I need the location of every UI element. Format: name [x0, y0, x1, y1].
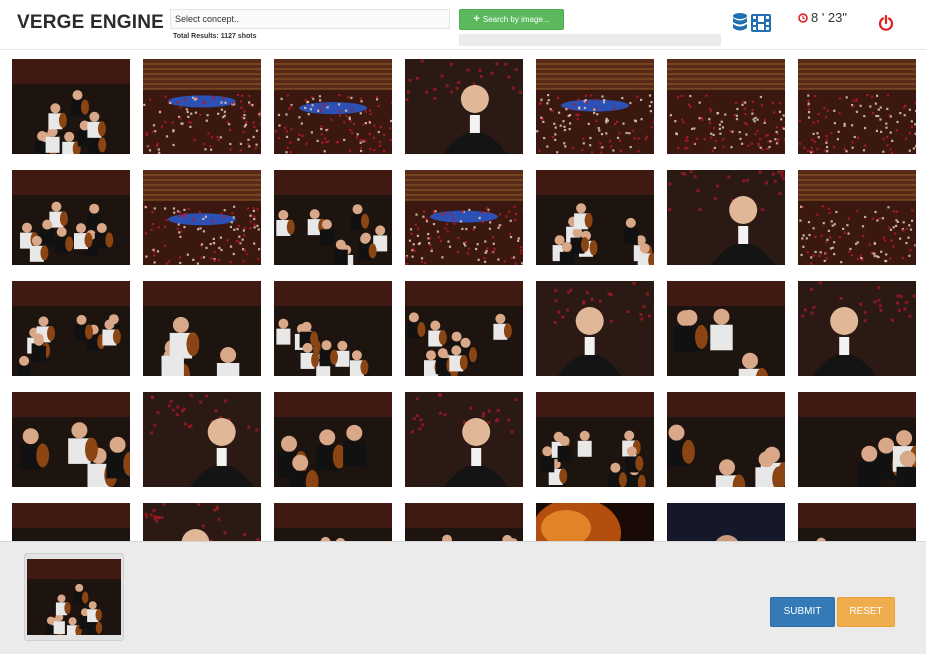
- timer-value: 8 ' 23": [811, 10, 848, 25]
- shot-thumbnail[interactable]: [667, 170, 785, 265]
- shot-thumbnail[interactable]: [274, 170, 392, 265]
- shot-thumbnail[interactable]: [536, 392, 654, 487]
- shot-thumbnail[interactable]: [143, 392, 261, 487]
- view-toggle: [732, 12, 774, 34]
- shot-thumbnail[interactable]: [667, 392, 785, 487]
- shot-thumbnail[interactable]: [405, 392, 523, 487]
- selected-shot[interactable]: [24, 553, 124, 641]
- plus-icon: +: [473, 13, 480, 25]
- upload-progress-bar: [459, 34, 721, 46]
- top-bar: VERGE ENGINE Total Results: 1127 shots +…: [0, 0, 926, 50]
- shot-thumbnail[interactable]: [798, 281, 916, 376]
- shot-thumbnail[interactable]: [536, 281, 654, 376]
- shot-thumbnail[interactable]: [536, 59, 654, 154]
- search-by-image-button[interactable]: + Search by image...: [459, 9, 564, 30]
- selection-panel: SUBMIT RESET: [0, 541, 926, 654]
- concept-search-input[interactable]: [170, 9, 450, 29]
- shot-thumbnail[interactable]: [143, 170, 261, 265]
- shot-thumbnail[interactable]: [12, 281, 130, 376]
- shot-thumbnail[interactable]: [405, 170, 523, 265]
- shot-thumbnail[interactable]: [798, 170, 916, 265]
- result-grid: [12, 59, 916, 598]
- shot-thumbnail[interactable]: [274, 392, 392, 487]
- film-icon[interactable]: [751, 14, 771, 32]
- shot-thumbnail[interactable]: [667, 59, 785, 154]
- search-by-image-label: Search by image...: [482, 15, 550, 24]
- shot-thumbnail[interactable]: [798, 392, 916, 487]
- shot-thumbnail[interactable]: [143, 281, 261, 376]
- shot-thumbnail[interactable]: [12, 59, 130, 154]
- power-button[interactable]: [870, 10, 902, 36]
- shot-thumbnail[interactable]: [12, 392, 130, 487]
- database-icon[interactable]: [733, 13, 747, 31]
- shot-thumbnail[interactable]: [798, 59, 916, 154]
- shot-thumbnail[interactable]: [12, 170, 130, 265]
- submit-button[interactable]: SUBMIT: [770, 597, 835, 627]
- shot-thumbnail[interactable]: [536, 170, 654, 265]
- shot-thumbnail[interactable]: [405, 281, 523, 376]
- total-results-label: Total Results: 1127 shots: [173, 33, 257, 40]
- shot-thumbnail[interactable]: [405, 59, 523, 154]
- reset-button[interactable]: RESET: [837, 597, 895, 627]
- clock-icon: [798, 12, 808, 23]
- timer: 8 ' 23": [798, 10, 847, 25]
- shot-thumbnail[interactable]: [143, 59, 261, 154]
- selected-shot-thumbnail[interactable]: [26, 559, 122, 640]
- shot-thumbnail[interactable]: [667, 281, 785, 376]
- shot-thumbnail[interactable]: [274, 281, 392, 376]
- brand-title: VERGE ENGINE: [17, 12, 165, 33]
- shot-thumbnail[interactable]: [274, 59, 392, 154]
- power-icon: [878, 15, 894, 31]
